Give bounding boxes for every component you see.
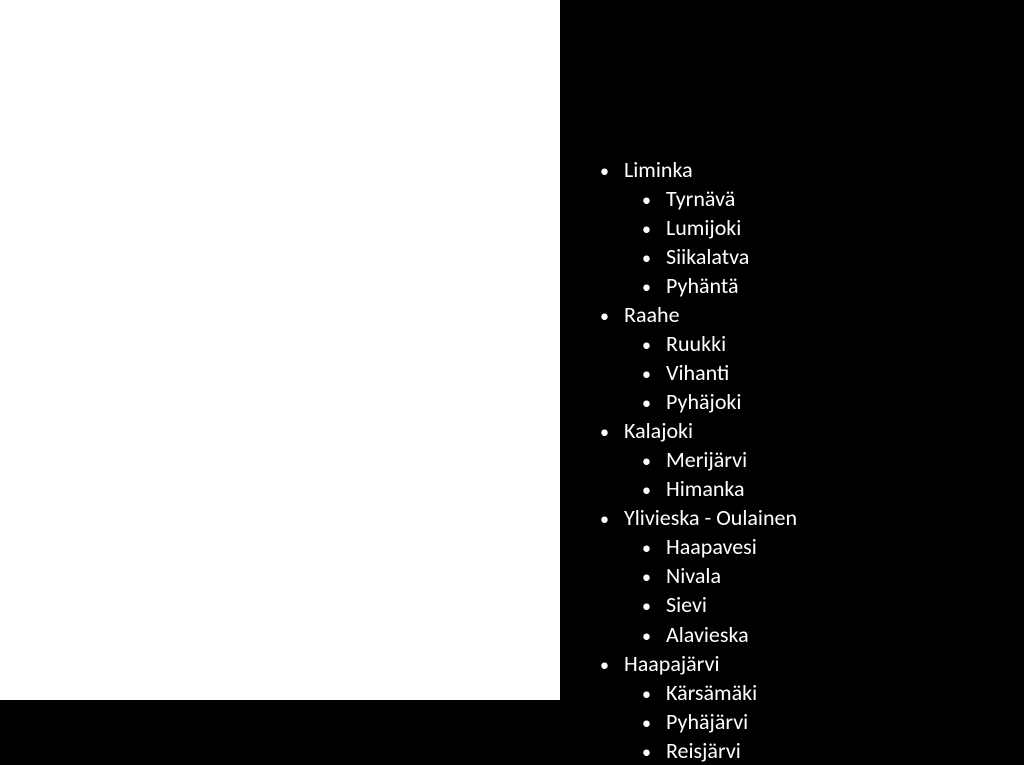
list-item: • Pyhäjoki	[642, 387, 797, 416]
list-item-label: Haapajärvi	[624, 649, 720, 678]
list-item: • Pyhäntä	[642, 271, 797, 300]
list-item-label: Himanka	[666, 474, 745, 503]
list-item: • Vihanti	[642, 358, 797, 387]
list-item: • Ruukki	[642, 329, 797, 358]
list-item: • Reisjärvi	[642, 736, 797, 765]
list-item-label: Vihanti	[666, 358, 729, 387]
bullet-icon: •	[600, 654, 624, 678]
list-item: • Kärsämäki	[642, 678, 797, 707]
list-item: • Raahe	[600, 300, 797, 329]
bullet-icon: •	[600, 421, 624, 445]
list-item-label: Liminka	[624, 155, 693, 184]
list-item-label: Haapavesi	[666, 532, 757, 561]
list-item: • Pyhäjärvi	[642, 707, 797, 736]
list-item-label: Pyhäjoki	[666, 387, 741, 416]
list-item: • Alavieska	[642, 620, 797, 649]
bullet-icon: •	[600, 160, 624, 184]
bullet-icon: •	[642, 566, 666, 590]
list-item-label: Ylivieska - Oulainen	[624, 503, 797, 532]
bullet-list: • Liminka • Tyrnävä • Lumijoki • Siikala…	[600, 155, 797, 765]
list-item: • Tyrnävä	[642, 184, 797, 213]
list-item: • Haapavesi	[642, 532, 797, 561]
bullet-icon: •	[642, 625, 666, 649]
bullet-icon: •	[642, 334, 666, 358]
list-item: • Lumijoki	[642, 213, 797, 242]
list-item-label: Merijärvi	[666, 445, 747, 474]
bullet-icon: •	[642, 247, 666, 271]
list-item-label: Kärsämäki	[666, 678, 757, 707]
bullet-icon: •	[600, 508, 624, 532]
list-item: • Sievi	[642, 590, 797, 619]
list-item-label: Reisjärvi	[666, 736, 741, 765]
list-item: • Haapajärvi	[600, 649, 797, 678]
bullet-icon: •	[642, 392, 666, 416]
list-item: • Ylivieska - Oulainen	[600, 503, 797, 532]
list-item: • Nivala	[642, 561, 797, 590]
list-item-label: Pyhäjärvi	[666, 707, 748, 736]
bullet-icon: •	[642, 712, 666, 736]
list-item: • Liminka	[600, 155, 797, 184]
list-item-label: Sievi	[666, 590, 707, 619]
list-item-label: Pyhäntä	[666, 271, 739, 300]
bullet-icon: •	[642, 363, 666, 387]
list-item: • Himanka	[642, 474, 797, 503]
list-item: • Kalajoki	[600, 416, 797, 445]
bullet-icon: •	[642, 276, 666, 300]
bullet-icon: •	[642, 189, 666, 213]
list-item-label: Kalajoki	[624, 416, 693, 445]
bullet-icon: •	[642, 595, 666, 619]
list-item-label: Tyrnävä	[666, 184, 735, 213]
list-item: • Merijärvi	[642, 445, 797, 474]
bullet-icon: •	[642, 218, 666, 242]
list-item-label: Siikalatva	[666, 242, 749, 271]
bullet-icon: •	[642, 479, 666, 503]
list-item-label: Lumijoki	[666, 213, 741, 242]
list-item-label: Ruukki	[666, 329, 726, 358]
list-item-label: Raahe	[624, 300, 680, 329]
bullet-icon: •	[600, 305, 624, 329]
list-item-label: Alavieska	[666, 620, 749, 649]
left-panel	[0, 0, 560, 700]
list-item: • Siikalatva	[642, 242, 797, 271]
bullet-icon: •	[642, 537, 666, 561]
bullet-icon: •	[642, 450, 666, 474]
list-item-label: Nivala	[666, 561, 721, 590]
bullet-icon: •	[642, 683, 666, 707]
